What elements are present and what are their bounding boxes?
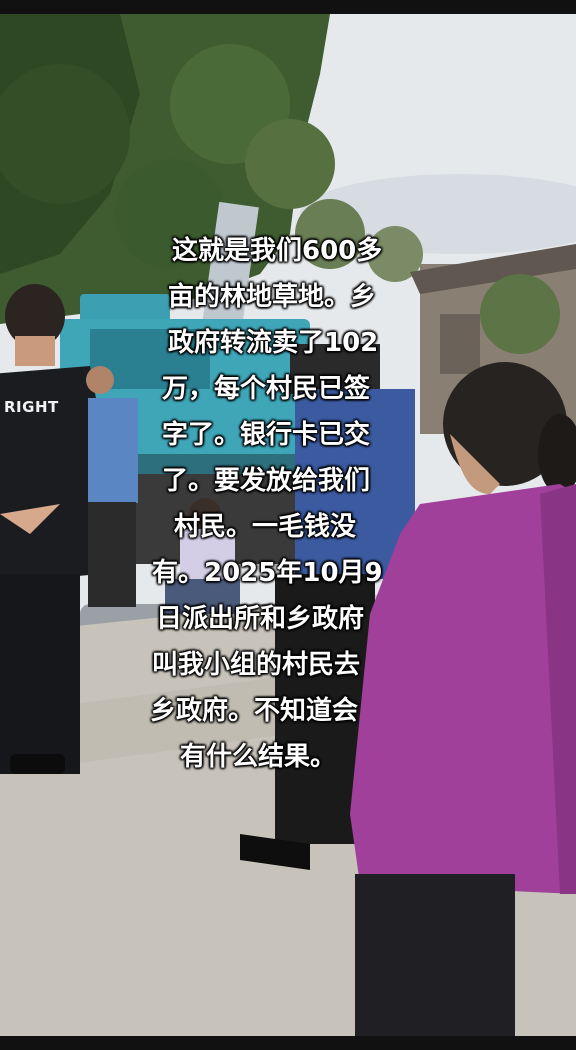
man-blue-shirt: [86, 366, 138, 607]
video-frame: RIGHT 这就是我们600多 亩的林地草地。乡 政府转流卖了102 万，每个村…: [0, 0, 576, 1050]
caption-overlay: 这就是我们600多 亩的林地草地。乡 政府转流卖了102 万，每个村民已签 字了…: [140, 228, 440, 780]
caption-line: 这就是我们600多: [172, 236, 383, 266]
caption-line: 政府转流卖了102: [168, 328, 379, 358]
top-black-bar: [0, 0, 576, 14]
caption-line: 亩的林地草地。乡: [168, 282, 377, 312]
shirt-logo-text: RIGHT: [4, 398, 59, 416]
caption-line: 有什么结果。: [180, 742, 337, 772]
caption-line: 有。2025年10月9: [152, 558, 383, 588]
caption-line: 了。要发放给我们: [162, 466, 371, 496]
caption-line: 字了。银行卡已交: [162, 420, 371, 450]
caption-line: 日派出所和乡政府: [156, 604, 365, 634]
bottom-black-bar: [0, 1036, 576, 1050]
caption-line: 村民。一毛钱没: [174, 512, 357, 542]
caption-line: 万，每个村民已签: [162, 374, 371, 404]
caption-line: 叫我小组的村民去: [152, 650, 361, 680]
caption-line: 乡政府。不知道会: [150, 696, 359, 726]
